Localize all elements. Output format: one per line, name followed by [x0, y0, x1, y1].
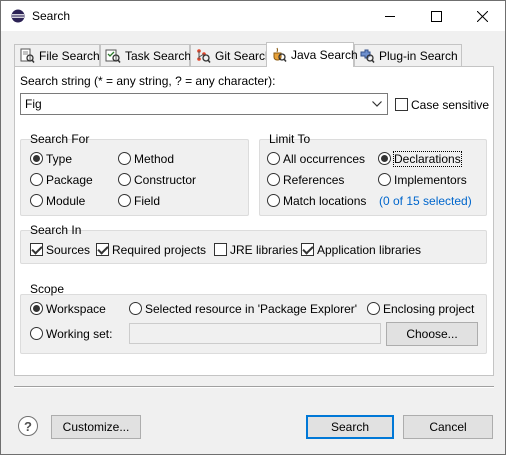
- required-projects-checkbox[interactable]: [96, 243, 109, 256]
- radio-method[interactable]: [118, 152, 131, 165]
- required-projects-label: Required projects: [112, 243, 207, 257]
- radio-declarations-label: Declarations: [393, 151, 462, 167]
- sources-label: Sources: [46, 243, 91, 257]
- radio-working-set-label: Working set:: [46, 327, 113, 341]
- minimize-icon: [384, 15, 395, 17]
- radio-working-set[interactable]: [30, 327, 43, 340]
- choose-button[interactable]: Choose...: [386, 322, 478, 346]
- jre-libraries-label: JRE libraries: [230, 243, 299, 257]
- footer-separator: [14, 386, 494, 388]
- radio-match-locations-label: Match locations: [283, 194, 367, 208]
- tab-git-search[interactable]: Git Search: [190, 44, 276, 66]
- tab-java-search[interactable]: Java Search: [266, 42, 358, 67]
- radio-package-label: Package: [46, 173, 93, 187]
- customize-button[interactable]: Customize...: [51, 415, 141, 439]
- java-search-icon: [273, 47, 287, 62]
- search-dialog: Search File Search Task Search Git Searc…: [0, 0, 506, 455]
- customize-label: Customize...: [62, 420, 130, 434]
- jre-libraries-checkbox[interactable]: [214, 243, 227, 256]
- tab-plugin-search[interactable]: Plug-in Search: [354, 44, 462, 66]
- radio-declarations[interactable]: [378, 152, 391, 165]
- maximize-icon: [430, 10, 442, 22]
- plugin-search-icon: [360, 49, 375, 63]
- search-for-title: Search For: [30, 132, 90, 146]
- radio-constructor[interactable]: [118, 173, 131, 186]
- tab-label: Java Search: [291, 48, 358, 62]
- radio-references[interactable]: [267, 173, 280, 186]
- limit-to-title: Limit To: [269, 132, 311, 146]
- radio-type-label: Type: [46, 152, 73, 166]
- cancel-label: Cancel: [429, 420, 467, 434]
- radio-field-label: Field: [134, 194, 161, 208]
- radio-method-label: Method: [134, 152, 175, 166]
- radio-selected-resource-label: Selected resource in 'Package Explorer': [145, 302, 358, 316]
- radio-enclosing-project-label: Enclosing project: [383, 302, 475, 316]
- radio-field[interactable]: [118, 194, 131, 207]
- radio-workspace[interactable]: [30, 302, 43, 315]
- search-label: Search: [330, 420, 370, 434]
- search-string-value[interactable]: Fig: [25, 97, 42, 111]
- radio-workspace-label: Workspace: [46, 302, 106, 316]
- minimize-button[interactable]: [367, 1, 413, 31]
- radio-selected-resource[interactable]: [129, 302, 142, 315]
- match-locations-link[interactable]: (0 of 15 selected): [379, 194, 472, 208]
- sources-checkbox[interactable]: [30, 243, 43, 256]
- tab-label: Task Search: [125, 48, 192, 63]
- radio-implementors-label: Implementors: [394, 173, 467, 187]
- tab-task-search[interactable]: Task Search: [100, 44, 192, 66]
- radio-package[interactable]: [30, 173, 43, 186]
- task-search-icon: [105, 49, 121, 63]
- search-in-title: Search In: [30, 223, 82, 237]
- git-search-icon: [197, 48, 211, 63]
- radio-all-occurrences[interactable]: [267, 152, 280, 165]
- close-icon: [476, 10, 488, 22]
- application-libraries-label: Application libraries: [317, 243, 422, 257]
- application-libraries-checkbox[interactable]: [301, 243, 314, 256]
- case-sensitive-checkbox[interactable]: [395, 98, 408, 111]
- cancel-button[interactable]: Cancel: [403, 415, 493, 439]
- radio-enclosing-project[interactable]: [367, 302, 380, 315]
- search-string-combo[interactable]: Fig: [20, 93, 388, 115]
- tab-file-search[interactable]: File Search: [14, 44, 100, 66]
- eclipse-icon: [11, 9, 25, 23]
- case-sensitive-label: Case sensitive: [411, 98, 490, 112]
- title-bar: Search: [1, 1, 505, 31]
- scope-title: Scope: [30, 282, 65, 296]
- file-search-icon: [20, 48, 35, 63]
- help-button[interactable]: ?: [18, 416, 38, 436]
- search-button[interactable]: Search: [306, 415, 394, 439]
- chevron-down-icon: [372, 101, 382, 107]
- working-set-field: [129, 323, 381, 344]
- close-button[interactable]: [459, 1, 505, 31]
- search-string-label: Search string (* = any string, ? = any c…: [20, 74, 276, 88]
- radio-all-occurrences-label: All occurrences: [283, 152, 366, 166]
- combo-dropdown-button[interactable]: [369, 97, 385, 111]
- tab-label: Plug-in Search: [379, 48, 458, 63]
- tab-label: File Search: [39, 48, 100, 63]
- radio-module-label: Module: [46, 194, 86, 208]
- maximize-button[interactable]: [413, 1, 459, 31]
- tab-label: Git Search: [215, 48, 272, 63]
- radio-references-label: References: [283, 173, 345, 187]
- radio-constructor-label: Constructor: [134, 173, 197, 187]
- window-title: Search: [32, 9, 71, 23]
- radio-implementors[interactable]: [378, 173, 391, 186]
- radio-match-locations[interactable]: [267, 194, 280, 207]
- radio-module[interactable]: [30, 194, 43, 207]
- help-icon: ?: [24, 418, 32, 434]
- choose-label: Choose...: [406, 327, 458, 341]
- radio-type[interactable]: [30, 152, 43, 165]
